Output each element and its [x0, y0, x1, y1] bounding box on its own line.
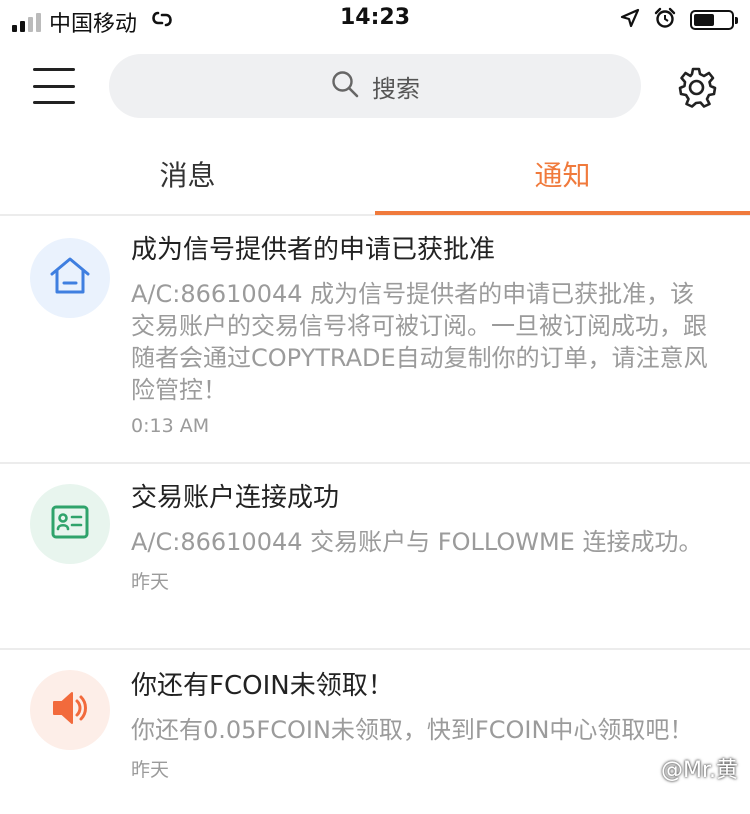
notification-text: A/C:86610044 成为信号提供者的申请已获批准，该交易账户的交易信号将可… — [131, 280, 708, 404]
notification-body: 你还有FCOIN未领取！ 你还有0.05FCOIN未领取，快到FCOIN中心领取… — [131, 668, 711, 782]
notification-icon — [30, 670, 110, 750]
watermark-logo-icon — [635, 754, 659, 782]
watermark-text: @Mr.黄 — [660, 758, 738, 783]
notification-text: A/C:86610044 交易账户与 FOLLOWME 连接成功。 — [131, 528, 703, 556]
notification-icon — [30, 484, 110, 564]
notification-time: 昨天 — [131, 571, 170, 593]
menu-button[interactable] — [33, 68, 75, 104]
tab-notifications[interactable]: 通知 — [375, 140, 750, 214]
notification-time: 昨天 — [131, 759, 170, 781]
active-tab-indicator — [375, 211, 750, 215]
search-icon — [330, 69, 360, 103]
tab-messages[interactable]: 消息 — [0, 140, 375, 214]
notification-title: 你还有FCOIN未领取！ — [131, 671, 394, 701]
battery-icon — [690, 10, 738, 30]
notification-item[interactable]: 成为信号提供者的申请已获批准 A/C:86610044 成为信号提供者的申请已获… — [0, 216, 750, 464]
alarm-icon — [654, 7, 676, 33]
header: 搜索 — [0, 52, 750, 122]
status-bar: 中国移动 14:23 — [0, 0, 750, 38]
settings-button[interactable] — [674, 65, 718, 109]
id-card-icon — [48, 500, 92, 548]
notification-body: 成为信号提供者的申请已获批准 A/C:86610044 成为信号提供者的申请已获… — [131, 232, 711, 437]
status-bar-right — [620, 7, 738, 33]
notification-body: 交易账户连接成功 A/C:86610044 交易账户与 FOLLOWME 连接成… — [131, 480, 711, 594]
notification-title: 成为信号提供者的申请已获批准 — [131, 235, 496, 265]
location-arrow-icon — [620, 8, 640, 32]
notification-item[interactable]: 交易账户连接成功 A/C:86610044 交易账户与 FOLLOWME 连接成… — [0, 464, 750, 650]
gear-icon — [674, 67, 718, 113]
search-input[interactable]: 搜索 — [109, 54, 641, 118]
home-icon — [47, 253, 93, 303]
notification-icon — [30, 238, 110, 318]
notification-title: 交易账户连接成功 — [131, 483, 340, 513]
notification-time: 0:13 AM — [131, 415, 210, 437]
watermark: @Mr.黄 — [635, 752, 738, 784]
speaker-icon — [48, 686, 92, 734]
search-placeholder: 搜索 — [372, 74, 420, 103]
notification-text: 你还有0.05FCOIN未领取，快到FCOIN中心领取吧！ — [131, 716, 694, 744]
notification-item[interactable]: 你还有FCOIN未领取！ 你还有0.05FCOIN未领取，快到FCOIN中心领取… — [0, 650, 750, 814]
tab-bar: 消息 通知 — [0, 140, 750, 216]
